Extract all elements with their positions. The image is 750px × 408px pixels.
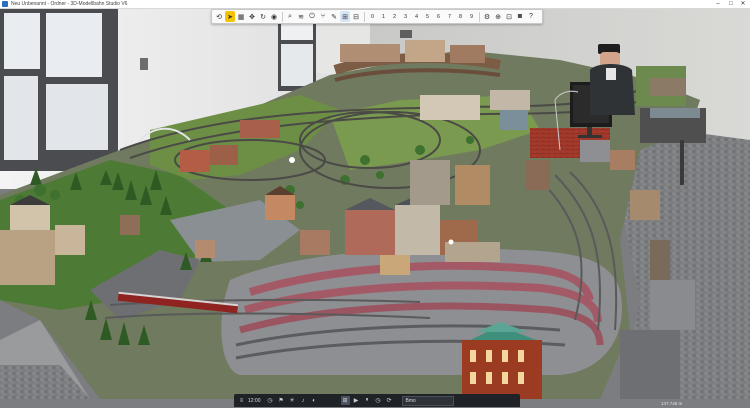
pause-icon[interactable]: ⏸ [363,396,372,405]
signal-icon[interactable]: ⏻ [307,11,317,22]
speed-icon[interactable]: ◷ [266,396,275,405]
camera-slot-2[interactable]: 2 [389,11,400,22]
camera-slot-3[interactable]: 3 [400,11,411,22]
camera-icon[interactable]: ◉ [269,11,279,22]
close-button[interactable]: ✕ [737,0,749,8]
zoom-icon[interactable]: ⌕ [285,11,295,22]
layout-icon[interactable]: ⊞ [340,396,350,405]
left-window [0,9,118,171]
target-icon[interactable]: ⊕ [493,11,503,22]
camera-slot-5[interactable]: 5 [422,11,433,22]
bottom-control-bar: ≡ 12:00 ◷ ⚑ ☀ ♪ ◐ ⊞ ▶ ⏸ ◷ ⟳ Bmo [234,394,520,407]
camera-slot-4[interactable]: 4 [411,11,422,22]
layers-icon[interactable]: ▦ [236,11,246,22]
camera-slot-7[interactable]: 7 [444,11,455,22]
clock-time: 12:00 [248,397,261,404]
toolbar-divider [364,11,365,22]
main-toolbar: ⟲ ➤ ▦ ✥ ↻ ◉ ⌕ ≋ ⏻ ⑂ ✎ ⊞ ⊟ 0 1 2 3 4 5 6 … [211,9,543,24]
screenshot-icon[interactable]: ⊡ [504,11,514,22]
camera-slot-6[interactable]: 6 [433,11,444,22]
grid-icon[interactable]: ⊟ [351,11,361,22]
camera-slot-0[interactable]: 0 [367,11,378,22]
toolbar-divider [479,11,480,22]
menu-icon[interactable]: ≡ [237,396,246,405]
maximize-button[interactable]: □ [725,0,737,8]
app-icon [2,1,8,7]
track-icon[interactable]: ≋ [296,11,306,22]
help-icon[interactable]: ? [526,11,536,22]
move-icon[interactable]: ✥ [247,11,257,22]
coordinate-readout: 147.745 m [661,401,683,406]
record-icon[interactable]: ◙ [515,11,525,22]
window-title: Neu Unbenannt - Ordner - 3D-Modellbahn S… [11,1,128,7]
camera-slot-9[interactable]: 9 [466,11,477,22]
rotate-icon[interactable]: ↻ [258,11,268,22]
play-icon[interactable]: ▶ [352,396,361,405]
view-icon[interactable]: ⊞ [340,11,350,22]
switch-icon[interactable]: ⑂ [318,11,328,22]
title-bar: Neu Unbenannt - Ordner - 3D-Modellbahn S… [0,0,750,9]
undo-icon[interactable]: ⟲ [214,11,224,22]
weather-icon[interactable]: ☀ [288,396,297,405]
settings-icon[interactable]: ⚙ [482,11,492,22]
mode-select[interactable]: Bmo [401,395,454,406]
timer-icon[interactable]: ◷ [374,396,383,405]
toolbar-divider [282,11,283,22]
minimize-button[interactable]: – [712,0,724,8]
sound-icon[interactable]: ♪ [299,396,308,405]
edit-icon[interactable]: ✎ [329,11,339,22]
light-icon[interactable]: ◐ [310,396,319,405]
3d-viewport[interactable] [0,9,750,399]
camera-slot-8[interactable]: 8 [455,11,466,22]
traffic-icon[interactable]: ⚑ [277,396,286,405]
camera-slot-1[interactable]: 1 [378,11,389,22]
select-icon[interactable]: ➤ [225,11,235,22]
reset-icon[interactable]: ⟳ [385,396,394,405]
